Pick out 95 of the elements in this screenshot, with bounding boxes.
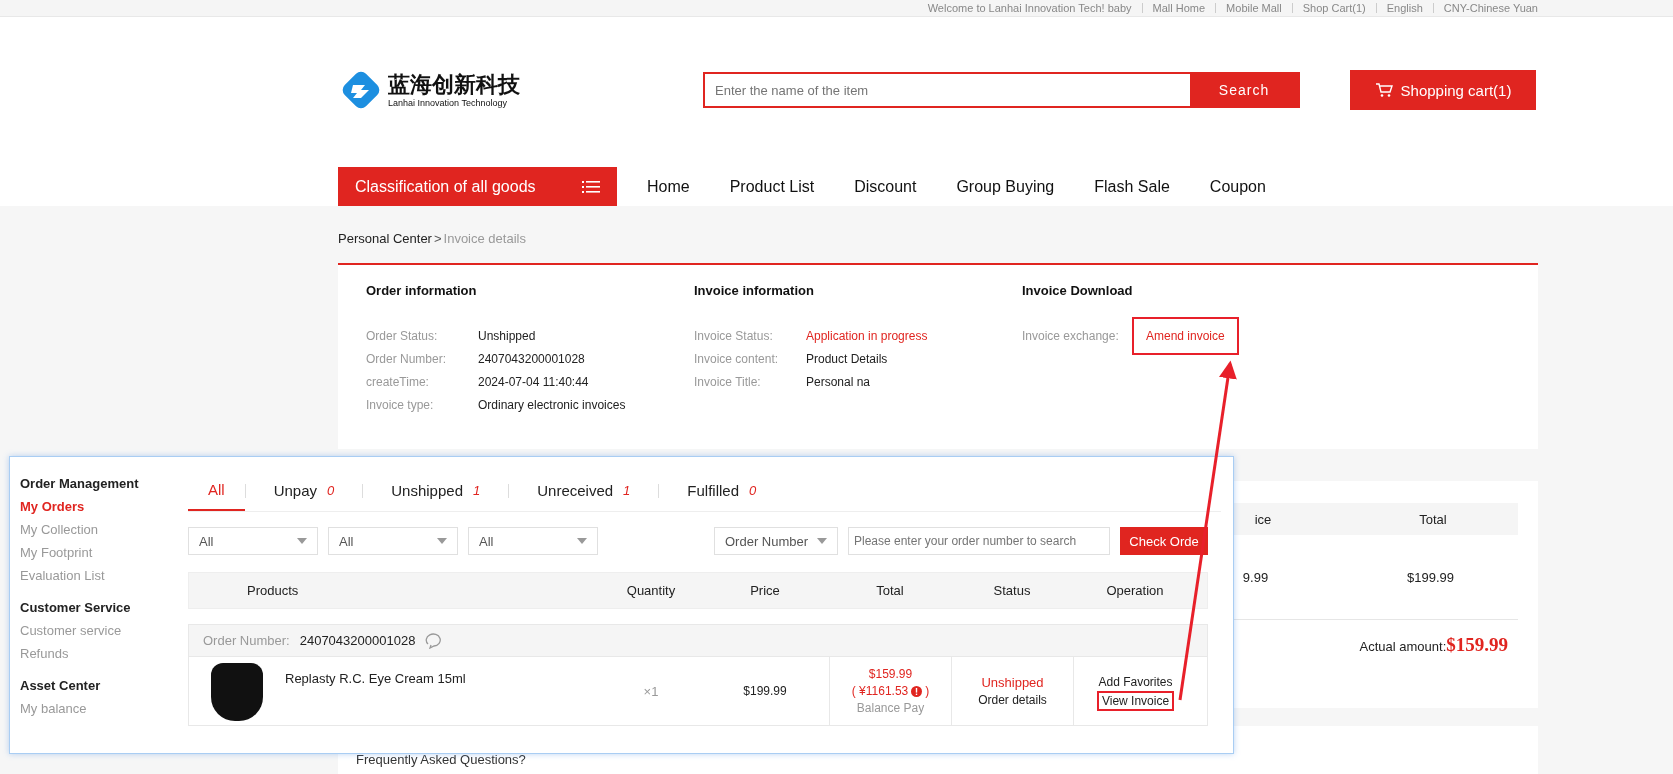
order-total: $159.99 — [868, 667, 913, 681]
sidebar-heading: Customer Service — [20, 599, 132, 617]
logo-title: 蓝海创新科技 — [388, 72, 520, 98]
field-value: 2407043200001028 — [478, 351, 585, 366]
top-bar-link[interactable]: Mall Home — [1152, 2, 1206, 14]
shopping-cart-button[interactable]: Shopping cart(1) — [1350, 70, 1536, 110]
field-label: Invoice type: — [366, 397, 435, 412]
search-field[interactable]: Enter the name of the item Search — [703, 72, 1300, 108]
caret-icon — [817, 538, 827, 544]
column-header: Status — [992, 583, 1032, 598]
nav-link[interactable]: Group Buying — [956, 177, 1055, 196]
breadcrumb-separator: > — [433, 230, 442, 246]
search-button[interactable]: Search — [1190, 74, 1298, 106]
operation-link[interactable]: View Invoice — [1098, 692, 1173, 709]
top-bar-link[interactable]: CNY-Chinese Yuan — [1443, 2, 1538, 14]
column-header: Products — [246, 583, 300, 598]
sidebar-item[interactable]: My balance — [20, 697, 188, 720]
converted-amount: ( ¥1161.53 — [851, 684, 909, 698]
table-cell-text: $199.99 — [742, 683, 788, 700]
operation-link[interactable]: Add Favorites — [1095, 673, 1176, 690]
faq-title: Frequently Asked Questions? — [356, 752, 526, 767]
field-value: Personal na — [806, 374, 871, 389]
product-name[interactable]: Replasty R.C. Eye Cream 15ml — [285, 671, 466, 686]
order-tab[interactable]: Unpay 0 — [245, 470, 363, 511]
column-header: Price — [749, 583, 781, 598]
filter-dropdown[interactable]: All — [188, 527, 318, 555]
field-label: createTime: — [366, 374, 430, 389]
breadcrumb-current: Invoice details — [443, 230, 526, 246]
search-type-dropdown[interactable]: Order Number — [714, 527, 838, 555]
order-tab[interactable]: Unshipped 1 — [363, 470, 509, 511]
sidebar-item[interactable]: My Footprint — [20, 541, 188, 564]
sidebar-item[interactable]: My Orders — [20, 495, 188, 518]
field-label: Invoice Title: — [694, 374, 762, 389]
order-tab[interactable]: Fulfilled 0 — [659, 470, 785, 511]
actual-amount-value: $159.99 — [1446, 634, 1508, 656]
field-value: Product Details — [806, 351, 888, 366]
sidebar-item[interactable]: My Collection — [20, 518, 188, 541]
field-label: Invoice Status: — [694, 328, 774, 343]
info-icon — [911, 685, 923, 697]
actual-amount-label: Actual amount: — [1359, 639, 1447, 654]
field-label: Order Number: — [366, 351, 448, 366]
top-bar-link[interactable]: Welcome to Lanhai Innovation Tech! baby — [927, 2, 1132, 14]
menu-icon — [582, 179, 600, 194]
nav-link[interactable]: Product List — [729, 177, 815, 196]
top-bar-link[interactable]: Mobile Mall — [1226, 2, 1282, 14]
nav-link[interactable]: Home — [647, 177, 690, 196]
sidebar-item[interactable]: Customer service — [20, 619, 188, 642]
field-value: Unshipped — [478, 328, 536, 343]
caret-icon — [577, 538, 587, 544]
sidebar-item[interactable]: Evaluation List — [20, 564, 188, 587]
order-status: Unshipped — [981, 675, 1044, 690]
column-header: Total — [1418, 511, 1448, 527]
sidebar-heading: Order Management — [20, 475, 140, 493]
order-number: 2407043200001028 — [299, 633, 416, 648]
column-header: Quantity — [625, 583, 677, 598]
caret-icon — [437, 538, 447, 544]
payment-method: Balance Pay — [856, 701, 925, 715]
order-details-link[interactable]: Order details — [978, 693, 1047, 707]
field-value: 2024-07-04 11:40:44 — [478, 374, 589, 389]
field-label: Invoice exchange: — [1022, 328, 1120, 343]
field-value: Application in progress — [806, 328, 928, 343]
filter-dropdown[interactable]: All — [468, 527, 598, 555]
section-title: Invoice information — [694, 283, 815, 298]
cart-icon — [1374, 82, 1393, 98]
nav-link[interactable]: Discount — [854, 177, 917, 196]
top-bar-link[interactable]: English — [1386, 2, 1423, 14]
column-header: ice — [1253, 511, 1273, 527]
category-menu-button[interactable]: Classification of all goods — [338, 167, 617, 206]
order-number-label: Order Number: — [203, 633, 290, 648]
filter-dropdown[interactable]: All — [328, 527, 458, 555]
section-title: Order information — [366, 283, 478, 298]
caret-icon — [297, 538, 307, 544]
table-cell-text: ×1 — [642, 682, 660, 701]
sidebar-heading: Asset Center — [20, 677, 102, 695]
order-search-field[interactable]: Please enter your order number to search — [848, 527, 1110, 555]
nav-link[interactable]: Flash Sale — [1094, 177, 1170, 196]
converted-amount-close: ) — [925, 684, 930, 698]
chat-icon[interactable] — [425, 632, 444, 649]
top-bar-link[interactable]: Shop Cart(1) — [1302, 2, 1366, 14]
amend-invoice-link[interactable]: Amend invoice — [1134, 318, 1237, 353]
breadcrumb-link[interactable]: Personal Center — [338, 230, 432, 246]
sidebar-item[interactable]: Refunds — [20, 642, 188, 665]
field-value: Ordinary electronic invoices — [478, 397, 626, 412]
section-title: Invoice Download — [1022, 283, 1134, 298]
field-label: Invoice content: — [694, 351, 780, 366]
order-tab[interactable]: Unreceived 1 — [509, 470, 659, 511]
nav-link[interactable]: Coupon — [1209, 177, 1266, 196]
logo-subtitle: Lanhai Innovation Technology — [388, 98, 508, 108]
field-label: Order Status: — [366, 328, 439, 343]
column-header: Operation — [1105, 583, 1165, 598]
table-cell-text: $199.99 — [1406, 569, 1455, 585]
check-order-button[interactable]: Check Orde — [1120, 527, 1208, 555]
column-header: Total — [875, 583, 905, 598]
product-photo-placeholder — [211, 663, 263, 721]
table-cell-text: 9.99 — [1241, 569, 1270, 585]
